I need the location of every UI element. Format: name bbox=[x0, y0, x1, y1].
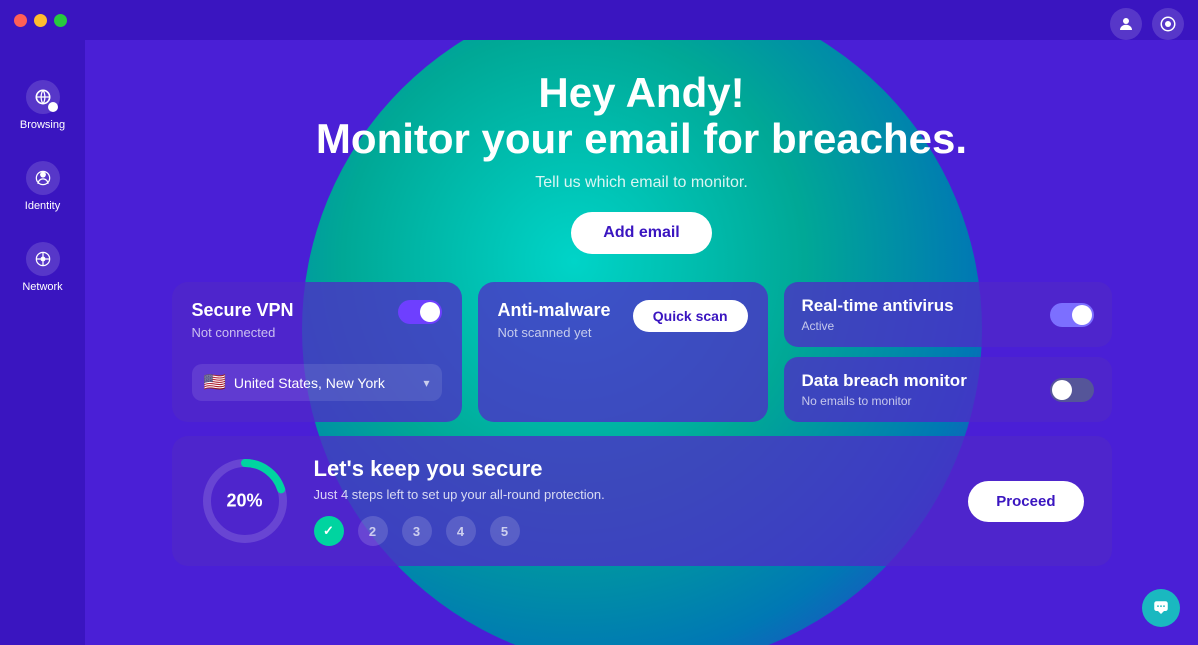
hero-title: Hey Andy! Monitor your email for breache… bbox=[316, 70, 967, 162]
step-5[interactable]: 5 bbox=[490, 516, 520, 546]
steps-row: ✓ 2 3 4 5 bbox=[314, 516, 945, 546]
vpn-card-header: Secure VPN Not connected bbox=[192, 300, 442, 354]
traffic-lights bbox=[14, 14, 67, 27]
breach-toggle-knob bbox=[1052, 380, 1072, 400]
antivirus-info: Real-time antivirus Active bbox=[802, 296, 954, 333]
add-email-button[interactable]: Add email bbox=[571, 212, 711, 254]
cards-row: Secure VPN Not connected 🇺🇸 United State… bbox=[172, 282, 1112, 422]
sidebar-item-network[interactable]: Network bbox=[7, 232, 79, 303]
chevron-down-icon: ▾ bbox=[423, 376, 429, 390]
vpn-card-info: Secure VPN Not connected bbox=[192, 300, 294, 354]
sidebar-browsing-label: Browsing bbox=[20, 119, 65, 131]
antimalware-status: Not scanned yet bbox=[498, 325, 611, 340]
sidebar: Browsing Identity Network bbox=[0, 40, 85, 645]
top-right-icons bbox=[1110, 8, 1184, 40]
user-profile-icon[interactable] bbox=[1110, 8, 1142, 40]
progress-circle: 20% bbox=[200, 456, 290, 546]
breach-card: Data breach monitor No emails to monitor bbox=[784, 357, 1112, 422]
breach-status: No emails to monitor bbox=[802, 394, 967, 408]
vpn-card-status: Not connected bbox=[192, 325, 294, 340]
progress-content: Let's keep you secure Just 4 steps left … bbox=[314, 456, 945, 546]
sidebar-network-label: Network bbox=[22, 281, 62, 293]
maximize-button[interactable] bbox=[54, 14, 67, 27]
progress-card: 20% Let's keep you secure Just 4 steps l… bbox=[172, 436, 1112, 566]
step-2[interactable]: 2 bbox=[358, 516, 388, 546]
antimalware-info: Anti-malware Not scanned yet bbox=[498, 300, 611, 354]
antivirus-toggle[interactable] bbox=[1050, 303, 1094, 327]
progress-title: Let's keep you secure bbox=[314, 456, 945, 482]
notifications-icon[interactable] bbox=[1152, 8, 1184, 40]
sidebar-item-browsing[interactable]: Browsing bbox=[7, 70, 79, 141]
antivirus-title: Real-time antivirus bbox=[802, 296, 954, 316]
antimalware-header: Anti-malware Not scanned yet Quick scan bbox=[498, 300, 748, 354]
minimize-button[interactable] bbox=[34, 14, 47, 27]
antivirus-toggle-knob bbox=[1072, 305, 1092, 325]
progress-subtitle: Just 4 steps left to set up your all-rou… bbox=[314, 487, 945, 502]
breach-info: Data breach monitor No emails to monitor bbox=[802, 371, 967, 408]
vpn-toggle-knob bbox=[420, 302, 440, 322]
breach-toggle[interactable] bbox=[1050, 378, 1094, 402]
vpn-card: Secure VPN Not connected 🇺🇸 United State… bbox=[172, 282, 462, 422]
antimalware-title: Anti-malware bbox=[498, 300, 611, 321]
step-1[interactable]: ✓ bbox=[314, 516, 344, 546]
step-3[interactable]: 3 bbox=[402, 516, 432, 546]
close-button[interactable] bbox=[14, 14, 27, 27]
network-icon bbox=[26, 242, 60, 276]
support-chat-button[interactable] bbox=[1142, 589, 1180, 627]
step-4[interactable]: 4 bbox=[446, 516, 476, 546]
identity-icon bbox=[26, 161, 60, 195]
location-text: United States, New York bbox=[234, 375, 416, 391]
browsing-icon bbox=[26, 80, 60, 114]
location-flag: 🇺🇸 bbox=[204, 372, 226, 393]
cursor-indicator bbox=[48, 102, 58, 112]
hero-title-line2: Monitor your email for breaches. bbox=[316, 115, 967, 162]
proceed-button[interactable]: Proceed bbox=[968, 481, 1083, 522]
antimalware-card: Anti-malware Not scanned yet Quick scan bbox=[478, 282, 768, 422]
quick-scan-button[interactable]: Quick scan bbox=[633, 300, 748, 332]
sidebar-identity-label: Identity bbox=[25, 200, 60, 212]
vpn-toggle[interactable] bbox=[398, 300, 442, 324]
breach-title: Data breach monitor bbox=[802, 371, 967, 391]
hero-subtitle: Tell us which email to monitor. bbox=[535, 174, 748, 192]
vpn-location-selector[interactable]: 🇺🇸 United States, New York ▾ bbox=[192, 364, 442, 401]
progress-percent: 20% bbox=[226, 491, 262, 512]
main-content: Hey Andy! Monitor your email for breache… bbox=[85, 40, 1198, 645]
antivirus-status: Active bbox=[802, 319, 954, 333]
right-column: Real-time antivirus Active Data breach m… bbox=[784, 282, 1112, 422]
vpn-card-title: Secure VPN bbox=[192, 300, 294, 321]
sidebar-item-identity[interactable]: Identity bbox=[7, 151, 79, 222]
antivirus-card: Real-time antivirus Active bbox=[784, 282, 1112, 347]
title-bar bbox=[0, 0, 1198, 40]
hero-title-line1: Hey Andy! bbox=[538, 69, 744, 116]
